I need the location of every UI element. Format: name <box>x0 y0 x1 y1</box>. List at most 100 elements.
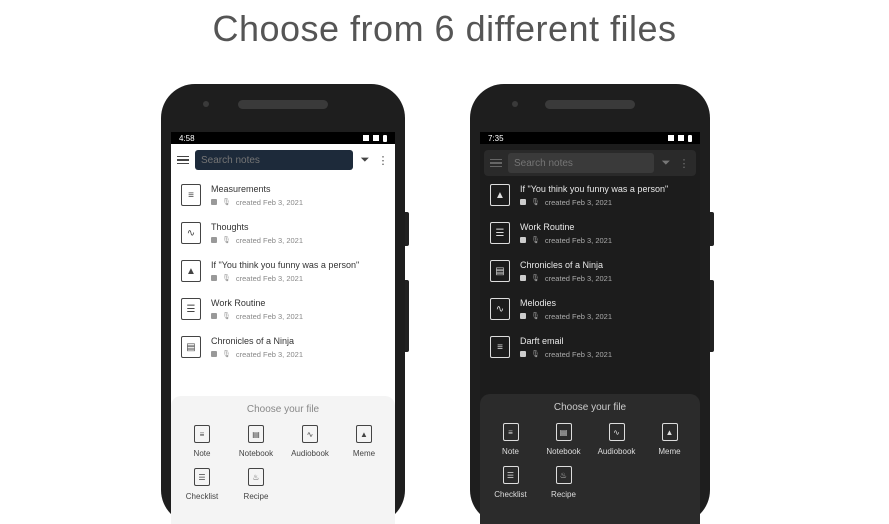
type-icon <box>211 237 217 243</box>
battery-icon <box>688 134 692 142</box>
search-input[interactable] <box>195 150 353 170</box>
list-item[interactable]: ≡ Darft email 🎙 created Feb 3, 2021 <box>490 328 690 366</box>
audiobook-icon: ∿ <box>181 222 201 244</box>
note-date: created Feb 3, 2021 <box>235 349 304 359</box>
search-input[interactable] <box>508 153 654 173</box>
status-time: 7:35 <box>488 133 504 143</box>
file-type-checklist[interactable]: ☰ Checklist <box>175 468 229 501</box>
checklist-icon: ☰ <box>194 468 210 486</box>
file-type-recipe[interactable]: ♨ Recipe <box>537 466 590 499</box>
toolbar: ⏷ ⋮ <box>484 150 696 176</box>
note-date: created Feb 3, 2021 <box>235 197 304 207</box>
more-icon[interactable]: ⋮ <box>377 154 389 167</box>
signal-icon <box>373 135 379 141</box>
note-title: Thoughts <box>211 221 249 232</box>
wifi-icon <box>668 135 674 141</box>
file-type-audiobook[interactable]: ∿ Audiobook <box>590 423 643 456</box>
notebook-icon: ▤ <box>555 423 572 441</box>
recipe-icon: ♨ <box>248 468 264 486</box>
file-type-meme[interactable]: ▲ Meme <box>643 423 696 456</box>
note-icon: ≡ <box>490 336 510 358</box>
screen: 7:35 ⏷ ⋮ ▲ If "You think you funny was a… <box>480 132 700 524</box>
type-icon <box>211 351 217 357</box>
list-item[interactable]: ≡ Measurements 🎙 created Feb 3, 2021 <box>181 176 385 214</box>
file-type-notebook[interactable]: ▤ Notebook <box>229 425 283 458</box>
list-item[interactable]: ▤ Chronicles of a Ninja 🎙 created Feb 3, … <box>490 252 690 290</box>
type-icon <box>211 313 217 319</box>
list-item[interactable]: ☰ Work Routine 🎙 created Feb 3, 2021 <box>181 290 385 328</box>
speaker <box>238 100 328 109</box>
power-button <box>405 280 409 352</box>
note-title: If "You think you funny was a person" <box>520 183 669 194</box>
filter-icon[interactable]: ⏷ <box>359 154 371 166</box>
notes-list: ▲ If "You think you funny was a person" … <box>480 176 700 366</box>
note-icon: ≡ <box>502 423 519 441</box>
file-chooser-sheet: Choose your file ≡ Note ▤ Notebook ∿ Audiob… <box>171 396 395 524</box>
file-type-recipe[interactable]: ♨ Recipe <box>229 468 283 501</box>
notes-list: ≡ Measurements 🎙 created Feb 3, 2021 ∿ Th… <box>171 176 395 366</box>
type-icon <box>520 199 526 205</box>
note-date: created Feb 3, 2021 <box>544 273 613 283</box>
file-type-notebook[interactable]: ▤ Notebook <box>537 423 590 456</box>
file-chooser-sheet: Choose your file ≡ Note ▤ Notebook ∿ Audiob… <box>480 394 700 524</box>
filter-icon[interactable]: ⏷ <box>660 157 672 169</box>
type-icon <box>211 199 217 205</box>
file-type-checklist[interactable]: ☰ Checklist <box>484 466 537 499</box>
mic-icon: 🎙 <box>531 313 540 320</box>
file-type-note[interactable]: ≡ Note <box>484 423 537 456</box>
mic-icon: 🎙 <box>531 237 540 244</box>
note-date: created Feb 3, 2021 <box>544 311 613 321</box>
note-title: Darft email <box>520 335 564 346</box>
type-icon <box>520 237 526 243</box>
phone-dark: 7:35 ⏷ ⋮ ▲ If "You think you funny was a… <box>470 84 714 524</box>
list-item[interactable]: ▤ Chronicles of a Ninja 🎙 created Feb 3, … <box>181 328 385 366</box>
camera <box>512 101 518 107</box>
list-item[interactable]: ∿ Thoughts 🎙 created Feb 3, 2021 <box>181 214 385 252</box>
audiobook-icon: ∿ <box>302 425 318 443</box>
mic-icon: 🎙 <box>222 237 231 244</box>
type-icon <box>520 275 526 281</box>
type-icon <box>211 275 217 281</box>
audiobook-icon: ∿ <box>608 423 625 441</box>
more-icon[interactable]: ⋮ <box>678 157 690 170</box>
mic-icon: 🎙 <box>531 351 540 358</box>
list-item[interactable]: ▲ If "You think you funny was a person" … <box>490 176 690 214</box>
note-title: Work Routine <box>211 297 266 308</box>
camera <box>203 101 209 107</box>
mic-icon: 🎙 <box>531 275 540 282</box>
screen: 4:58 ⏷ ⋮ ≡ Measurements 🎙 created Feb 3, … <box>171 132 395 524</box>
checklist-icon: ☰ <box>502 466 519 484</box>
type-icon <box>520 313 526 319</box>
note-title: Work Routine <box>520 221 575 232</box>
file-type-meme[interactable]: ▲ Meme <box>337 425 391 458</box>
menu-icon[interactable] <box>490 158 502 168</box>
menu-icon[interactable] <box>177 155 189 165</box>
list-item[interactable]: ☰ Work Routine 🎙 created Feb 3, 2021 <box>490 214 690 252</box>
notebook-icon: ▤ <box>490 260 510 282</box>
checklist-icon: ☰ <box>181 298 201 320</box>
checklist-icon: ☰ <box>490 222 510 244</box>
speaker <box>545 100 635 109</box>
mic-icon: 🎙 <box>531 199 540 206</box>
signal-icon <box>678 135 684 141</box>
mic-icon: 🎙 <box>222 313 231 320</box>
note-date: created Feb 3, 2021 <box>544 235 613 245</box>
status-bar: 7:35 <box>480 132 700 144</box>
note-date: created Feb 3, 2021 <box>235 235 304 245</box>
note-date: created Feb 3, 2021 <box>235 273 304 283</box>
notebook-icon: ▤ <box>181 336 201 358</box>
list-item[interactable]: ∿ Melodies 🎙 created Feb 3, 2021 <box>490 290 690 328</box>
notebook-icon: ▤ <box>248 425 264 443</box>
audiobook-icon: ∿ <box>490 298 510 320</box>
meme-icon: ▲ <box>661 423 678 441</box>
status-time: 4:58 <box>179 133 195 143</box>
note-title: If "You think you funny was a person" <box>211 259 360 270</box>
type-icon <box>520 351 526 357</box>
file-type-audiobook[interactable]: ∿ Audiobook <box>283 425 337 458</box>
sheet-title: Choose your file <box>246 404 320 415</box>
note-title: Measurements <box>211 183 271 194</box>
file-type-note[interactable]: ≡ Note <box>175 425 229 458</box>
note-icon: ≡ <box>194 425 210 443</box>
note-icon: ≡ <box>181 184 201 206</box>
list-item[interactable]: ▲ If "You think you funny was a person" … <box>181 252 385 290</box>
